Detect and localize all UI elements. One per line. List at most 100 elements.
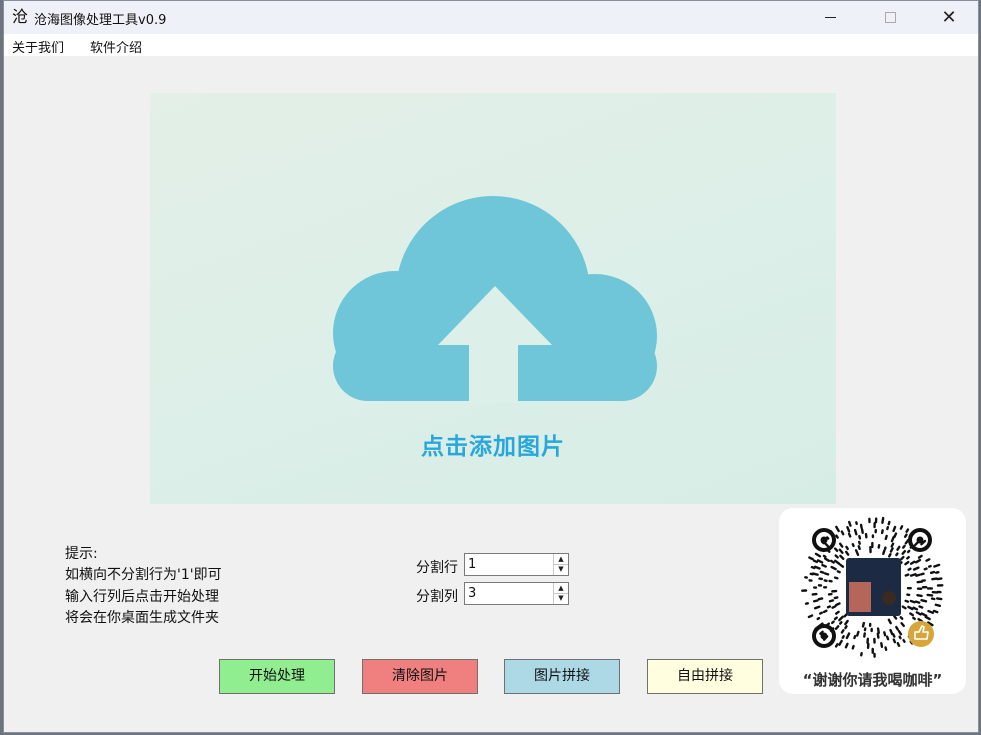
- qr-module: [828, 599, 835, 603]
- qr-module: [884, 534, 888, 541]
- qr-module: [834, 610, 840, 615]
- rows-label: 分割行: [416, 560, 458, 576]
- clear-image-button[interactable]: 清除图片: [362, 659, 478, 694]
- upload-label: 点击添加图片: [421, 434, 565, 460]
- qr-module: [932, 609, 939, 614]
- close-icon: ✕: [941, 7, 957, 28]
- rows-decrement-button[interactable]: ▼: [554, 564, 568, 574]
- qr-module: [817, 597, 824, 601]
- qr-module: [881, 516, 885, 525]
- qr-finder-dot: [916, 536, 924, 544]
- qr-module: [902, 638, 906, 643]
- rows-input[interactable]: [465, 554, 553, 575]
- qr-module: [840, 530, 845, 536]
- qr-module: [899, 525, 904, 530]
- qr-module: [907, 605, 914, 611]
- hint-line: 输入行列后点击开始处理: [65, 589, 219, 605]
- minimize-icon: [824, 17, 836, 18]
- qr-module: [876, 627, 880, 635]
- qr-module: [848, 520, 852, 527]
- qr-module: [851, 543, 855, 548]
- qr-module: [853, 528, 858, 536]
- cols-spinbox[interactable]: ▲ ▼: [464, 582, 569, 605]
- hint-line: 将会在你桌面生成文件夹: [65, 610, 219, 626]
- qr-module: [892, 638, 897, 644]
- qr-module: [810, 565, 816, 570]
- qr-module: [844, 642, 849, 649]
- qr-module: [906, 555, 910, 560]
- title-bar[interactable]: 沧 沧海图像处理工具v0.9 ✕: [4, 1, 978, 34]
- qr-module: [897, 630, 903, 636]
- qr-module: [851, 644, 855, 650]
- menu-item-intro[interactable]: 软件介绍: [90, 37, 142, 56]
- qr-module: [844, 625, 848, 630]
- qr-module: [813, 565, 821, 570]
- qr-code-icon: [801, 516, 944, 658]
- cols-input[interactable]: [465, 583, 553, 604]
- qr-module: [823, 557, 831, 563]
- qr-module: [917, 554, 923, 559]
- image-upload-area[interactable]: 点击添加图片: [150, 93, 836, 504]
- qr-module: [844, 550, 850, 556]
- qr-module: [856, 630, 860, 637]
- qr-module: [882, 549, 886, 556]
- minimize-button[interactable]: [807, 1, 853, 34]
- free-stitch-button[interactable]: 自由拼接: [647, 659, 763, 694]
- qr-module: [814, 552, 822, 558]
- qr-module: [818, 611, 823, 615]
- rows-spin-buttons: ▲ ▼: [553, 554, 568, 575]
- close-button[interactable]: ✕: [926, 1, 972, 34]
- rows-spinbox[interactable]: ▲ ▼: [464, 553, 569, 576]
- qr-module: [860, 528, 864, 534]
- qr-module: [895, 625, 899, 631]
- image-stitch-button[interactable]: 图片拼接: [504, 659, 620, 694]
- donation-caption: “谢谢你请我喝咖啡”: [802, 671, 943, 689]
- qr-module: [821, 563, 827, 568]
- qr-module: [854, 549, 860, 557]
- cols-spin-buttons: ▲ ▼: [553, 583, 568, 604]
- qr-module: [909, 573, 917, 577]
- qr-module: [892, 633, 896, 638]
- qr-module: [839, 621, 843, 625]
- qr-module: [900, 555, 905, 561]
- qr-module: [890, 542, 895, 548]
- cols-label: 分割列: [416, 589, 458, 605]
- qr-finder-dot: [820, 632, 828, 640]
- qr-module: [838, 542, 844, 548]
- qr-module: [886, 635, 890, 641]
- qr-module: [819, 570, 825, 574]
- qr-module: [840, 629, 845, 634]
- hint-line: 如横向不分割行为'1'即可: [65, 567, 222, 583]
- qr-module: [920, 612, 928, 617]
- qr-module: [909, 560, 916, 565]
- qr-module: [861, 621, 866, 628]
- qr-module: [933, 563, 941, 568]
- qr-module: [829, 559, 835, 564]
- qr-module: [808, 556, 814, 561]
- qr-module: [912, 616, 916, 621]
- avatar-building: [849, 582, 871, 612]
- qr-module: [838, 639, 843, 646]
- qr-module: [825, 536, 830, 540]
- qr-module: [919, 572, 925, 576]
- qr-module: [925, 558, 931, 562]
- qr-module: [896, 642, 901, 648]
- qr-module: [924, 615, 931, 621]
- qr-module: [915, 573, 921, 577]
- qr-module: [813, 605, 821, 610]
- cols-decrement-button[interactable]: ▼: [554, 593, 568, 603]
- qr-module: [889, 547, 894, 553]
- qr-module: [920, 599, 928, 603]
- qr-module: [887, 520, 891, 526]
- hint-title: 提示:: [65, 546, 98, 562]
- qr-module: [914, 600, 921, 604]
- qr-module: [927, 609, 934, 615]
- qr-module: [902, 544, 906, 549]
- qr-module: [929, 570, 936, 575]
- qr-module: [918, 605, 924, 609]
- start-processing-button[interactable]: 开始处理: [219, 659, 335, 694]
- menu-item-about[interactable]: 关于我们: [12, 37, 64, 56]
- maximize-button[interactable]: [867, 1, 913, 34]
- qr-module: [844, 619, 849, 626]
- qr-module: [916, 594, 923, 598]
